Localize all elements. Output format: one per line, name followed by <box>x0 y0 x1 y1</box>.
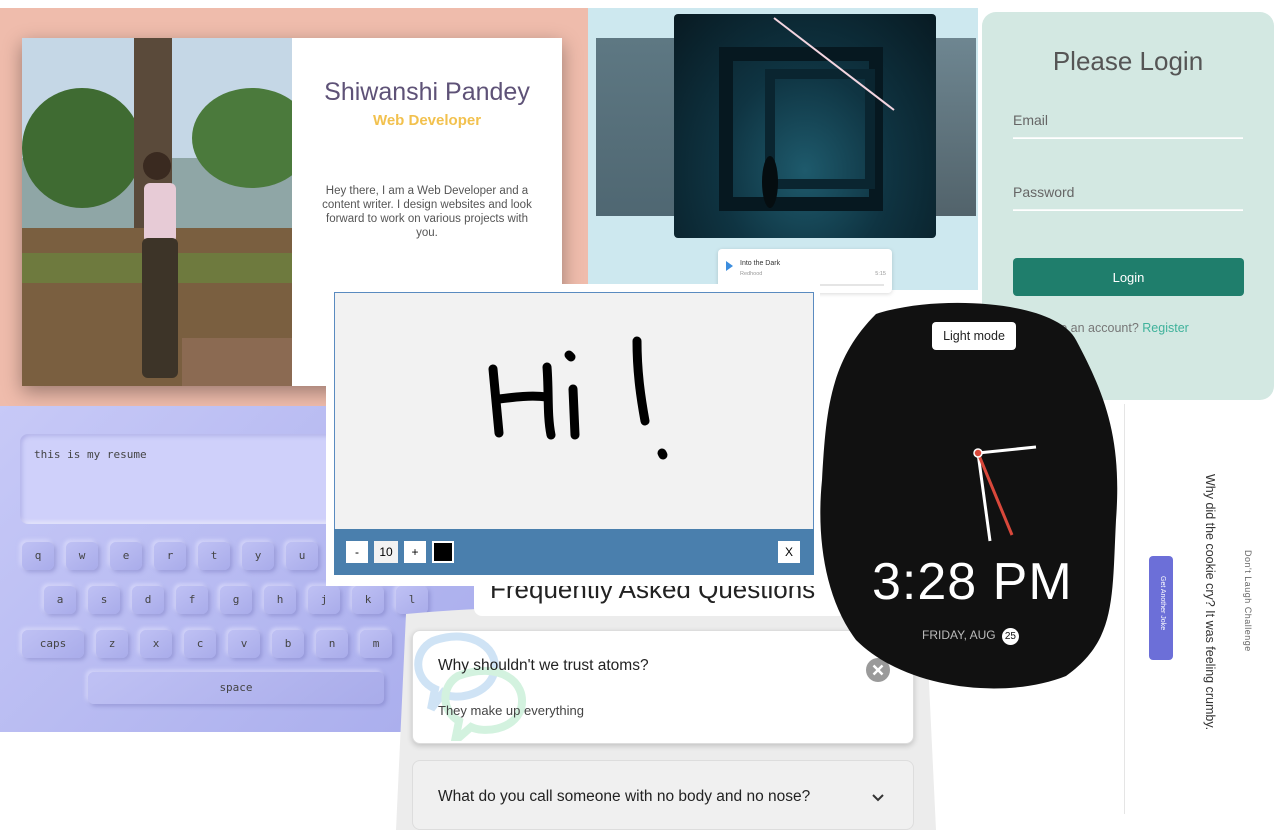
key-r[interactable]: r <box>154 542 186 570</box>
profile-name: Shiwanshi Pandey <box>324 78 530 106</box>
key-f[interactable]: f <box>176 586 208 614</box>
clock-time: 3:28 PM <box>872 553 1073 611</box>
key-g[interactable]: g <box>220 586 252 614</box>
brush-size-value: 10 <box>374 541 398 563</box>
color-picker[interactable] <box>432 541 454 563</box>
password-field[interactable]: Password <box>1013 184 1074 200</box>
login-button[interactable]: Login <box>1013 258 1244 296</box>
get-joke-button-label: Get Another Joke <box>1159 576 1166 631</box>
key-d[interactable]: d <box>132 586 164 614</box>
clear-canvas-button[interactable]: X <box>778 541 800 563</box>
faq-item-collapsed[interactable]: What do you call someone with no body an… <box>412 760 914 830</box>
drawing-toolbar: - 10 + X <box>334 529 814 575</box>
key-c[interactable]: c <box>184 630 216 658</box>
track-time: 5:15 <box>875 271 886 277</box>
joke-title: Don't Laugh Challenge <box>1243 550 1253 652</box>
faq-answer: They make up everything <box>438 703 584 718</box>
password-underline <box>1013 209 1243 211</box>
faq-question: What do you call someone with no body an… <box>438 788 811 805</box>
track-artist: Redhood <box>740 271 763 277</box>
clock-date: FRIDAY, AUG 25 <box>922 628 1019 645</box>
register-link[interactable]: Register <box>1142 321 1189 335</box>
key-x[interactable]: x <box>140 630 172 658</box>
key-b[interactable]: b <box>272 630 304 658</box>
joke-text: Why did the cookie cry? It was feeling c… <box>1203 474 1217 731</box>
profile-photo <box>22 38 292 386</box>
key-h[interactable]: h <box>264 586 296 614</box>
clock-day-badge: 25 <box>1001 628 1019 645</box>
key-caps[interactable]: caps <box>22 630 84 658</box>
key-z[interactable]: z <box>96 630 128 658</box>
key-t[interactable]: t <box>198 542 230 570</box>
clock-hands <box>973 445 1037 542</box>
key-u[interactable]: u <box>286 542 318 570</box>
joke-panel: Get Another Joke Why did the cookie cry?… <box>1124 404 1280 814</box>
key-y[interactable]: y <box>242 542 274 570</box>
clock-app: Light mode 3:28 PM FRIDAY, AUG 25 <box>816 300 1128 690</box>
faq-question: Why shouldn't we trust atoms? <box>438 657 649 674</box>
get-joke-button[interactable]: Get Another Joke <box>1149 556 1173 660</box>
play-icon[interactable] <box>726 261 733 271</box>
key-w[interactable]: w <box>66 542 98 570</box>
clock-date-text: FRIDAY, AUG <box>922 628 996 642</box>
drawing-app: - 10 + X <box>326 284 820 586</box>
drawing-canvas[interactable] <box>334 292 814 530</box>
key-v[interactable]: v <box>228 630 260 658</box>
space-key[interactable]: space <box>88 672 384 704</box>
email-field[interactable]: Email <box>1013 112 1048 128</box>
increase-size-button[interactable]: + <box>404 541 426 563</box>
profile-role: Web Developer <box>372 112 482 129</box>
previous-album-art[interactable] <box>596 38 686 216</box>
profile-bio: Hey there, I am a Web Developer and a co… <box>322 185 532 239</box>
key-q[interactable]: q <box>22 542 54 570</box>
key-n[interactable]: n <box>316 630 348 658</box>
chevron-down-icon[interactable] <box>871 791 885 805</box>
key-a[interactable]: a <box>44 586 76 614</box>
email-underline <box>1013 137 1243 139</box>
track-title: Into the Dark <box>740 260 781 267</box>
key-k[interactable]: k <box>352 586 384 614</box>
key-m[interactable]: m <box>360 630 392 658</box>
light-mode-button[interactable]: Light mode <box>932 322 1016 350</box>
login-title: Please Login <box>1052 46 1204 76</box>
current-album-art <box>674 14 936 238</box>
key-s[interactable]: s <box>88 586 120 614</box>
key-j[interactable]: j <box>308 586 340 614</box>
music-player-panel: Into the Dark Redhood 5:15 <box>588 8 978 293</box>
decrease-size-button[interactable]: - <box>346 541 368 563</box>
key-e[interactable]: e <box>110 542 142 570</box>
